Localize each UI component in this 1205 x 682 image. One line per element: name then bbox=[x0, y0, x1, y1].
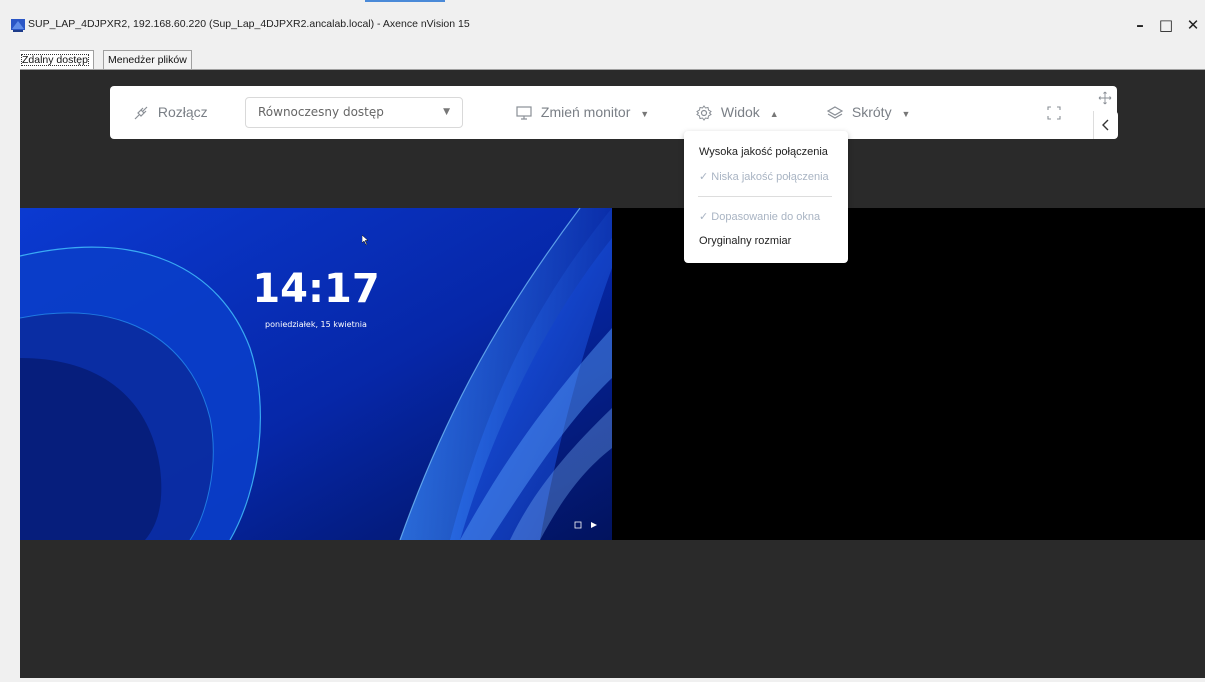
caret-down-icon: ▼ bbox=[901, 109, 911, 119]
menu-item-fit-window[interactable]: ✓ Dopasowanie do okna bbox=[699, 210, 820, 223]
layers-icon bbox=[826, 106, 844, 119]
change-monitor-button[interactable]: Zmień monitor ▼ bbox=[515, 86, 649, 139]
close-button[interactable]: ✕ bbox=[1182, 14, 1204, 36]
collapse-toolbar-button[interactable] bbox=[1093, 111, 1118, 139]
mouse-cursor-icon bbox=[361, 230, 370, 249]
fullscreen-button[interactable] bbox=[1047, 86, 1061, 139]
move-icon[interactable] bbox=[1098, 91, 1112, 105]
toolbar-side-controls bbox=[1093, 89, 1118, 139]
tab-remote-access-label: Zdalny dostęp bbox=[21, 54, 89, 66]
disconnect-label: Rozłącz bbox=[157, 104, 208, 120]
chevron-left-icon bbox=[1102, 119, 1109, 131]
lockscreen-status-icons bbox=[573, 520, 601, 532]
tab-file-manager[interactable]: Menedżer plików bbox=[103, 50, 192, 69]
title-bar: SUP_LAP_4DJPXR2, 192.168.60.220 (Sup_Lap… bbox=[0, 0, 1205, 46]
remote-lockscreen[interactable]: 14:17 poniedziałek, 15 kwietnia bbox=[20, 208, 612, 540]
caret-down-icon: ▼ bbox=[640, 109, 650, 119]
plug-icon bbox=[134, 106, 148, 120]
view-dropdown-menu: Wysoka jakość połączenia ✓ Niska jakość … bbox=[684, 131, 848, 263]
menu-item-high-quality[interactable]: Wysoka jakość połączenia bbox=[699, 146, 828, 158]
disconnect-button[interactable]: Rozłącz bbox=[132, 86, 208, 139]
caret-down-icon: ▼ bbox=[443, 107, 450, 117]
gear-icon bbox=[696, 105, 712, 122]
caret-up-icon: ▲ bbox=[769, 109, 779, 119]
wallpaper-bloom bbox=[20, 208, 612, 540]
remote-toolbar: Rozłącz Równoczesny dostęp ▼ Zmień monit… bbox=[110, 86, 1117, 139]
power-icon bbox=[591, 522, 597, 528]
network-icon bbox=[574, 521, 582, 529]
access-mode-value: Równoczesny dostęp bbox=[258, 105, 384, 119]
maximize-button[interactable]: □ bbox=[1155, 14, 1177, 36]
lockscreen-time: 14:17 bbox=[252, 266, 380, 312]
lockscreen-date: poniedziałek, 15 kwietnia bbox=[265, 320, 367, 329]
tab-file-manager-label: Menedżer plików bbox=[108, 54, 187, 66]
monitor-icon bbox=[516, 106, 532, 120]
fullscreen-icon bbox=[1047, 106, 1061, 120]
title-accent-bar bbox=[365, 0, 445, 2]
access-mode-select[interactable]: Równoczesny dostęp ▼ bbox=[245, 97, 463, 128]
tab-remote-access[interactable]: Zdalny dostęp bbox=[16, 50, 94, 70]
window-left-edge bbox=[0, 46, 20, 682]
axence-app-icon bbox=[11, 19, 25, 32]
window-title: SUP_LAP_4DJPXR2, 192.168.60.220 (Sup_Lap… bbox=[28, 18, 470, 30]
change-monitor-label: Zmień monitor bbox=[540, 104, 631, 120]
menu-item-low-quality[interactable]: ✓ Niska jakość połączenia bbox=[699, 170, 829, 183]
shortcuts-label: Skróty bbox=[851, 104, 892, 120]
view-menu-label: Widok bbox=[720, 104, 760, 120]
menu-item-original-size[interactable]: Oryginalny rozmiar bbox=[699, 235, 791, 247]
minimize-button[interactable]: – bbox=[1129, 14, 1151, 36]
menu-divider bbox=[698, 196, 832, 197]
